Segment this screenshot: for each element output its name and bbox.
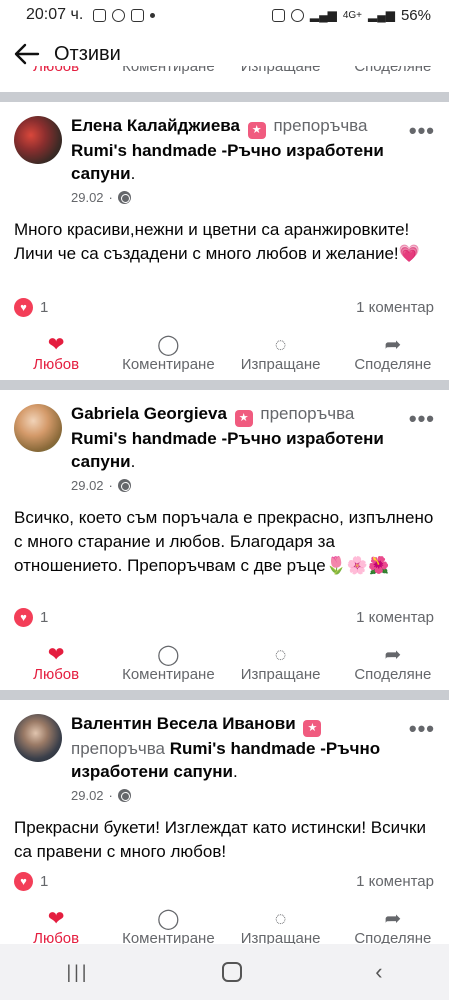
reaction-count[interactable]: 1 (40, 873, 48, 890)
prev-send-button[interactable]: Изпращане (225, 66, 337, 75)
review-post: Gabriela Georgieva ★ препоръчва Rumi's h… (0, 390, 449, 690)
like-button[interactable]: ❤ Любов (0, 334, 112, 373)
heart-icon: ❤ (47, 644, 65, 666)
reaction-count[interactable]: 1 (40, 609, 48, 626)
avatar[interactable] (14, 714, 62, 762)
comment-count[interactable]: 1 коментар (356, 299, 434, 316)
back-icon[interactable]: ‹ (375, 959, 382, 985)
recommends-label: препоръчва (273, 116, 368, 135)
messenger-icon: ◌ (274, 334, 287, 356)
send-button[interactable]: ◌ Изпращане (225, 644, 337, 683)
messenger-icon: ◌ (274, 644, 287, 666)
recommend-icon: ★ (303, 720, 322, 737)
globe-icon (117, 191, 131, 204)
review-text: Много красиви,нежни и цветни са аранжиро… (14, 220, 420, 263)
review-post: Валентин Весела Иванови ★ препоръчва Rum… (0, 700, 449, 944)
post-date[interactable]: 29.02 (71, 478, 104, 493)
send-button[interactable]: ◌ Изпращане (225, 334, 337, 373)
review-text: Всичко, което съм поръчала е прекрасно, … (14, 508, 434, 575)
gallery-icon (93, 8, 107, 22)
comment-button[interactable]: ◯ Коментиране (112, 908, 224, 944)
avatar[interactable] (14, 116, 62, 164)
signal-icon: ▂▄▆ (309, 8, 337, 22)
recommends-label: препоръчва (260, 404, 355, 423)
author-name[interactable]: Елена Калайджиева (71, 116, 240, 135)
comment-icon: ◯ (157, 334, 180, 356)
globe-icon (117, 479, 131, 492)
heart-icon: ❤ (47, 908, 65, 930)
like-button[interactable]: ❤ Любов (0, 908, 112, 944)
recommends-label: препоръчва (71, 739, 166, 758)
more-options-icon[interactable]: ••• (409, 118, 435, 144)
post-separator (0, 92, 449, 102)
comment-icon: ◯ (157, 908, 180, 930)
prev-comment-button[interactable]: Коментиране (112, 66, 224, 75)
battery-percent: 56% (400, 6, 431, 24)
recent-apps-icon[interactable]: ||| (66, 962, 89, 983)
recommend-icon: ★ (234, 410, 253, 427)
reaction-count[interactable]: 1 (40, 299, 48, 316)
post-separator (0, 690, 449, 700)
status-bar: 20:07 ч. ▂▄▆ 4G+ ▂▄▆ 56% (0, 0, 449, 30)
like-button[interactable]: ❤ Любов (0, 644, 112, 683)
instagram-icon (131, 8, 145, 22)
battery-saver-icon (271, 8, 285, 22)
recommend-icon: ★ (247, 122, 266, 139)
page-name[interactable]: Rumi's handmade -Ръчно изработени сапуни (71, 141, 384, 183)
home-icon[interactable] (222, 962, 243, 982)
signal-icon-2: ▂▄▆ (368, 8, 395, 22)
system-nav-bar: ||| ‹ (0, 944, 449, 1000)
share-icon: ➦ (384, 644, 402, 666)
page-name[interactable]: Rumi's handmade -Ръчно изработени сапуни (71, 429, 384, 471)
share-button[interactable]: ➦ Споделяне (337, 334, 449, 373)
comment-count[interactable]: 1 коментар (356, 609, 434, 626)
comment-button[interactable]: ◯ Коментиране (112, 334, 224, 373)
messenger-icon: ◌ (274, 908, 287, 930)
love-reaction-icon: ♥ (14, 872, 33, 891)
prev-like-button[interactable]: Любов (0, 66, 112, 75)
share-icon: ➦ (384, 908, 402, 930)
author-name[interactable]: Валентин Весела Иванови (71, 714, 296, 733)
send-button[interactable]: ◌ Изпращане (225, 908, 337, 944)
back-arrow-icon[interactable] (12, 42, 40, 66)
more-options-icon[interactable]: ••• (409, 406, 435, 432)
review-post: Елена Калайджиева ★ препоръчва Rumi's ha… (0, 102, 449, 380)
page-title: Отзиви (54, 42, 121, 65)
globe-icon (117, 789, 131, 802)
network-label: 4G+ (342, 9, 362, 21)
alarm-icon (290, 8, 304, 22)
share-button[interactable]: ➦ Споделяне (337, 908, 449, 944)
author-name[interactable]: Gabriela Georgieva (71, 404, 227, 423)
love-reaction-icon: ♥ (14, 298, 33, 317)
avatar[interactable] (14, 404, 62, 452)
post-date[interactable]: 29.02 (71, 190, 104, 205)
comment-count[interactable]: 1 коментар (356, 873, 434, 890)
love-reaction-icon: ♥ (14, 608, 33, 627)
review-text: Прекрасни букети! Изглеждат като истинск… (14, 818, 426, 861)
heart-icon: ❤ (47, 334, 65, 356)
comment-icon: ◯ (157, 644, 180, 666)
previous-post-actions: Любов Коментиране Изпращане Споделяне (0, 66, 449, 82)
tiktok-icon (112, 8, 126, 22)
share-icon: ➦ (384, 334, 402, 356)
comment-button[interactable]: ◯ Коментиране (112, 644, 224, 683)
prev-share-button[interactable]: Споделяне (337, 66, 449, 75)
share-button[interactable]: ➦ Споделяне (337, 644, 449, 683)
more-options-icon[interactable]: ••• (409, 716, 435, 742)
post-date[interactable]: 29.02 (71, 788, 104, 803)
post-separator (0, 380, 449, 390)
status-time: 20:07 ч. (26, 6, 84, 23)
notification-dot-icon (150, 12, 156, 18)
